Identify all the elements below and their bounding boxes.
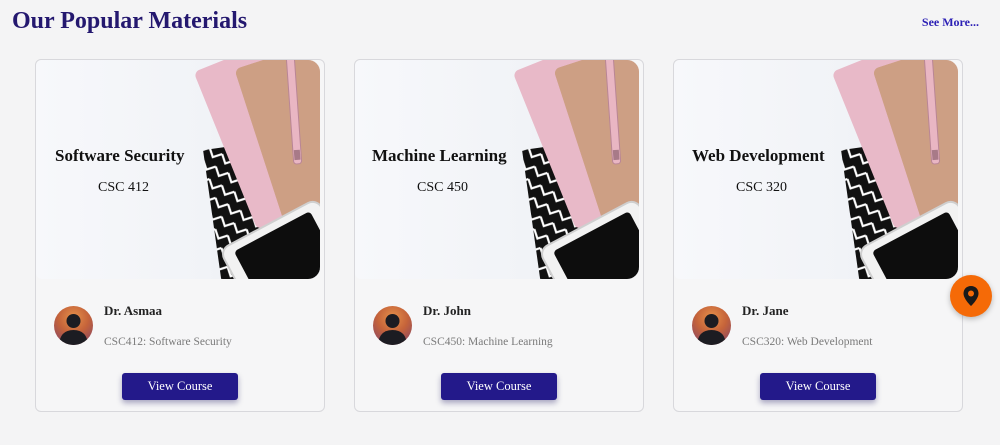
course-title: Software Security	[55, 146, 185, 165]
course-description: CSC412: Software Security	[104, 336, 232, 348]
instructor-name: Dr. Jane	[742, 303, 789, 318]
course-card: Web Development CSC 320 Dr. Jane CSC320:…	[673, 59, 963, 412]
avatar	[373, 306, 412, 345]
course-title: Web Development	[692, 146, 825, 165]
user-silhouette-icon	[697, 314, 726, 345]
view-course-button[interactable]: View Course	[760, 373, 876, 400]
user-silhouette-icon	[59, 314, 88, 345]
course-image: Software Security CSC 412	[36, 60, 320, 279]
desk-stationery-image	[514, 60, 639, 279]
course-card: Software Security CSC 412 Dr. Asmaa CSC4…	[35, 59, 325, 412]
instructor-name: Dr. John	[423, 303, 471, 318]
instructor-name: Dr. Asmaa	[104, 303, 163, 318]
view-course-button[interactable]: View Course	[122, 373, 238, 400]
map-pin-icon	[963, 286, 979, 306]
course-image: Web Development CSC 320	[674, 60, 958, 279]
view-course-button[interactable]: View Course	[441, 373, 557, 400]
section-header: Our Popular Materials See More...	[12, 8, 982, 40]
user-silhouette-icon	[378, 314, 407, 345]
course-card: Machine Learning CSC 450 Dr. John CSC450…	[354, 59, 644, 412]
location-fab-button[interactable]	[950, 275, 992, 317]
course-code: CSC 412	[98, 180, 149, 195]
desk-stationery-image	[195, 60, 320, 279]
section-title: Our Popular Materials	[12, 8, 248, 34]
avatar	[692, 306, 731, 345]
course-description: CSC450: Machine Learning	[423, 336, 553, 348]
course-description: CSC320: Web Development	[742, 336, 873, 348]
course-image: Machine Learning CSC 450	[355, 60, 639, 279]
course-code: CSC 450	[417, 180, 468, 195]
course-code: CSC 320	[736, 180, 787, 195]
avatar	[54, 306, 93, 345]
course-title: Machine Learning	[372, 146, 507, 165]
see-more-link[interactable]: See More...	[922, 15, 979, 30]
desk-stationery-image	[833, 60, 958, 279]
